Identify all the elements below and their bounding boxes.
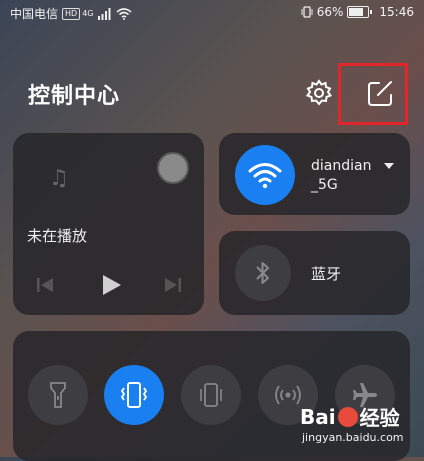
bluetooth-card[interactable]: 蓝牙 — [219, 231, 410, 315]
bluetooth-icon — [256, 262, 269, 284]
vibrate-status-icon — [301, 6, 313, 18]
battery-percent: 66% — [316, 5, 344, 19]
status-bar: 中国电信 HD 4G 66% 15:46 — [0, 0, 424, 26]
hotspot-icon — [275, 385, 301, 405]
battery-icon — [347, 6, 373, 18]
vibrate-icon — [120, 382, 148, 408]
baidu-watermark: Bai 经验 jingyan.baidu.com — [300, 398, 420, 453]
paw-icon — [337, 406, 358, 427]
music-note-icon: ♫ — [49, 166, 69, 191]
next-track-icon[interactable] — [163, 276, 183, 294]
album-cover[interactable] — [157, 152, 189, 184]
page-title: 控制中心 — [28, 84, 121, 109]
play-icon[interactable] — [99, 273, 123, 297]
previous-track-icon[interactable] — [35, 276, 55, 294]
bluetooth-label: 蓝牙 — [311, 265, 342, 283]
wifi-ssid: diandian _5G — [311, 157, 371, 195]
bluetooth-toggle[interactable] — [235, 245, 291, 301]
rotate-icon — [200, 383, 222, 407]
network-type: 4G — [82, 9, 94, 18]
media-card[interactable]: ♫ 未在播放 — [13, 133, 204, 315]
carrier-label: 中国电信 — [10, 7, 59, 21]
wifi-ssid-line1: diandian — [311, 158, 372, 174]
auto-rotate-toggle[interactable] — [181, 365, 241, 425]
vibrate-toggle[interactable] — [104, 365, 164, 425]
wifi-card[interactable]: diandian _5G — [219, 133, 410, 215]
wifi-toggle[interactable] — [235, 145, 295, 205]
flashlight-toggle[interactable] — [28, 365, 88, 425]
watermark-brand: Bai 经验 — [300, 402, 400, 431]
status-right: 66% 15:46 — [301, 5, 414, 19]
clock: 15:46 — [379, 5, 414, 19]
gear-icon[interactable] — [304, 78, 334, 108]
edit-icon[interactable] — [364, 78, 396, 110]
wifi-ssid-line2: _5G — [311, 177, 338, 193]
flashlight-icon — [50, 382, 66, 408]
chevron-down-icon[interactable] — [384, 163, 394, 169]
wifi-icon — [248, 163, 282, 189]
wifi-status-icon — [115, 7, 132, 20]
media-status: 未在播放 — [27, 227, 88, 245]
hd-badge: HD — [62, 7, 81, 20]
watermark-brand-b: 经验 — [359, 406, 400, 430]
watermark-site: jingyan.baidu.com — [302, 431, 404, 444]
watermark-brand-a: Bai — [300, 404, 336, 429]
signal-icon — [97, 7, 110, 20]
status-left: 中国电信 HD 4G — [10, 5, 132, 22]
